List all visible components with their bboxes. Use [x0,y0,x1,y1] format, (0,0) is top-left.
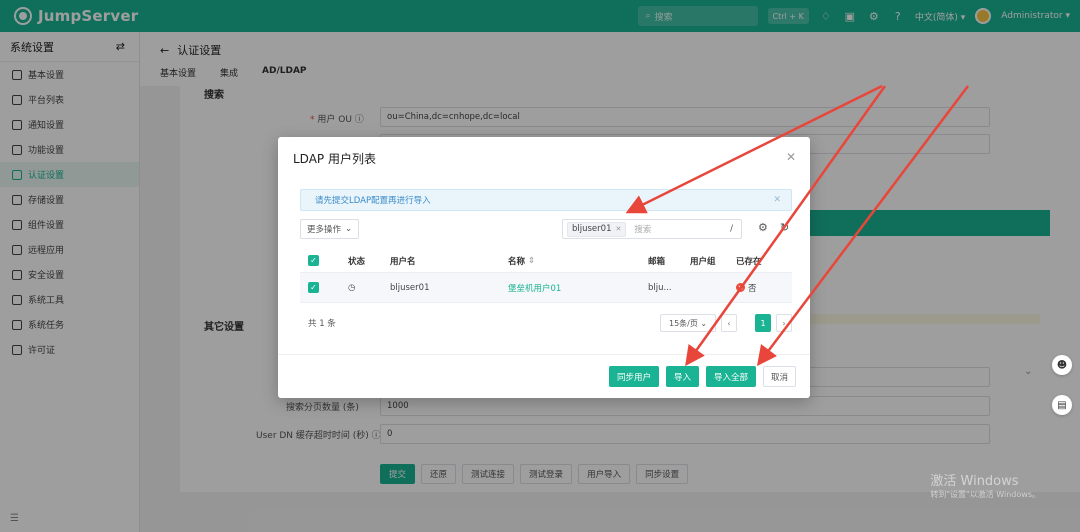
windows-watermark: 激活 Windows 转到"设置"以激活 Windows。 [930,470,1040,500]
dialog-title: LDAP 用户列表 [293,152,376,166]
pagination: 共 1 条 15条/页 ⌄ ‹ 1 › [300,309,792,337]
col-email: 邮箱 [648,256,666,267]
not-exists-icon: ✕ [736,283,745,292]
info-alert: 请先提交LDAP配置再进行导入 ✕ [300,189,792,211]
row-email: blju... [648,282,672,293]
dialog-footer: 同步用户 导入 导入全部 取消 [278,354,810,398]
watermark-title: 激活 Windows [930,474,1019,489]
alert-text: 请先提交LDAP配置再进行导入 [315,196,431,206]
dialog-toolbar: 更多操作 ⌄ bljuser01 ✕ 搜索 / ⚙ ↻ [300,219,800,241]
refresh-icon[interactable]: ↻ [780,221,789,234]
sort-icon: ⇕ [527,255,536,266]
search-shortcut-slash: / [730,224,733,234]
user-search-field[interactable]: bljuser01 ✕ 搜索 / [562,219,742,239]
row-exists: ✕ 否 [736,283,757,294]
table-header: ✓ 状态 用户名 名称 ⇕ 邮箱 用户组 已存在 [300,249,792,273]
row-name-link[interactable]: 堡垒机用户01 [500,282,640,294]
more-actions-label: 更多操作 [307,225,342,235]
prev-page-button[interactable]: ‹ [721,314,737,332]
select-all-checkbox[interactable]: ✓ [308,255,319,266]
search-tag: bljuser01 ✕ [567,221,627,237]
col-status: 状态 [348,256,366,267]
alert-close-icon[interactable]: ✕ [773,195,781,205]
col-groups: 用户组 [690,256,716,267]
page-number-current[interactable]: 1 [755,314,771,332]
tag-remove-icon[interactable]: ✕ [615,225,621,233]
table-row[interactable]: ✓ ◷ bljuser01 堡垒机用户01 blju... ✕ 否 [300,273,792,303]
row-checkbox[interactable]: ✓ [308,282,319,293]
search-placeholder: 搜索 [634,225,652,235]
search-tag-label: bljuser01 [572,224,612,234]
page-size-select[interactable]: 15条/页 ⌄ [660,314,716,332]
watermark-subtitle: 转到"设置"以激活 Windows。 [930,490,1040,499]
col-exists: 已存在 [736,256,762,267]
cancel-button[interactable]: 取消 [762,366,796,387]
col-name[interactable]: 名称 ⇕ [500,255,640,267]
status-clock-icon: ◷ [348,282,356,293]
ldap-user-dialog: LDAP 用户列表 ✕ 请先提交LDAP配置再进行导入 ✕ 更多操作 ⌄ blj… [278,137,810,398]
chevron-down-icon: ⌄ [345,224,353,234]
import-all-button[interactable]: 导入全部 [705,366,756,387]
total-count: 共 1 条 [308,319,336,329]
column-settings-icon[interactable]: ⚙ [758,221,768,234]
import-button[interactable]: 导入 [665,366,699,387]
assistant-bot-icon[interactable]: ☻ [1052,355,1072,375]
col-username[interactable]: 用户名 [382,255,500,267]
next-page-button[interactable]: › [776,314,792,332]
notes-icon[interactable]: ▤ [1052,395,1072,415]
sync-users-button[interactable]: 同步用户 [608,366,659,387]
more-actions-dropdown[interactable]: 更多操作 ⌄ [300,219,360,239]
ldap-user-table: ✓ 状态 用户名 名称 ⇕ 邮箱 用户组 已存在 ✓ ◷ bljuser01 堡… [300,249,792,303]
row-username: bljuser01 [390,282,430,293]
close-icon[interactable]: ✕ [786,150,796,164]
